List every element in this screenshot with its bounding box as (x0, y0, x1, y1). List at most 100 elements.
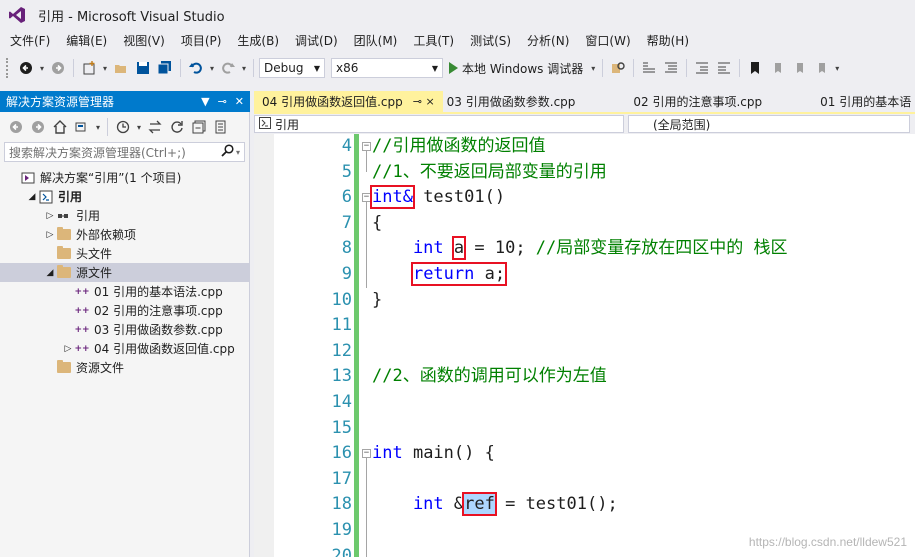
tree-item[interactable]: ◢ 引用 (0, 187, 249, 206)
collapse-toggle-icon[interactable]: − (362, 193, 371, 202)
code-line[interactable]: //引用做函数的返回值 (372, 134, 788, 160)
save-all-icon[interactable] (155, 58, 175, 78)
menu-test[interactable]: 测试(S) (462, 30, 519, 52)
pin-icon[interactable]: ⊸ (218, 95, 227, 108)
menu-tools[interactable]: 工具(T) (405, 30, 462, 52)
clear-bookmarks-icon[interactable] (811, 58, 831, 78)
switch-views-dropdown-icon[interactable]: ▾ (94, 117, 102, 137)
menu-edit[interactable]: 编辑(E) (58, 30, 115, 52)
toolbar-overflow-icon[interactable]: ▾ (833, 58, 841, 78)
tree-item[interactable]: ▷ 引用 (0, 206, 249, 225)
toolbar-grip[interactable] (6, 58, 10, 78)
menu-view[interactable]: 视图(V) (115, 30, 173, 52)
code-line[interactable]: return a; (372, 261, 788, 288)
home-icon[interactable] (50, 117, 70, 137)
menu-project[interactable]: 项目(P) (173, 30, 230, 52)
open-file-icon[interactable] (111, 58, 131, 78)
code-line[interactable] (372, 518, 788, 544)
menu-debug[interactable]: 调试(D) (287, 30, 346, 52)
menu-window[interactable]: 窗口(W) (577, 30, 638, 52)
collapsed-arrow-icon[interactable]: ▷ (44, 211, 56, 221)
solution-configuration-select[interactable]: Debug ▼ (259, 58, 325, 78)
code-line[interactable]: { (372, 211, 788, 237)
code-line[interactable] (372, 416, 788, 442)
collapsed-arrow-icon[interactable]: ▷ (62, 344, 74, 354)
tree-item[interactable]: ++ 02 引用的注意事项.cpp (0, 301, 249, 320)
start-debugging-button[interactable]: 本地 Windows 调试器 (445, 58, 587, 78)
solution-explorer-search-input[interactable]: 搜索解决方案资源管理器(Ctrl+;) ▾ (4, 142, 245, 162)
back-icon[interactable] (16, 58, 36, 78)
new-project-icon[interactable] (79, 58, 99, 78)
back-icon[interactable] (6, 117, 26, 137)
code-line[interactable] (372, 544, 788, 557)
save-icon[interactable] (133, 58, 153, 78)
code-line[interactable]: //1、不要返回局部变量的引用 (372, 160, 788, 186)
refresh-icon[interactable] (167, 117, 187, 137)
show-all-files-icon[interactable] (211, 117, 231, 137)
tree-item[interactable]: 头文件 (0, 244, 249, 263)
code-line[interactable] (372, 313, 788, 339)
document-tab[interactable]: 04 引用做函数返回值.cpp ⊸ × (254, 91, 443, 112)
collapse-toggle-icon[interactable]: − (362, 142, 371, 151)
menu-help[interactable]: 帮助(H) (639, 30, 697, 52)
pending-changes-icon[interactable] (113, 117, 133, 137)
collapse-all-icon[interactable] (189, 117, 209, 137)
code-line[interactable] (372, 390, 788, 416)
close-icon[interactable]: ✕ (235, 95, 244, 108)
code-line[interactable] (372, 339, 788, 365)
tree-item[interactable]: 解决方案“引用”(1 个项目) (0, 168, 249, 187)
redo-dropdown-icon[interactable]: ▾ (240, 58, 248, 78)
tab-pin-close-icon[interactable]: ⊸ × (413, 95, 435, 108)
code-text[interactable]: //引用做函数的返回值//1、不要返回局部变量的引用 int& test01(){… (370, 134, 788, 557)
pending-changes-dropdown-icon[interactable]: ▾ (135, 117, 143, 137)
search-options-icon[interactable]: ▾ (236, 148, 240, 157)
comment-icon[interactable] (661, 58, 681, 78)
menu-build[interactable]: 生成(B) (229, 30, 287, 52)
code-editor[interactable]: 4 5 6 7 8 9 10 11 12 13 14 15 16 17 18 19 20 − − − //引用做… (254, 134, 915, 557)
code-line[interactable]: int main() { (372, 441, 788, 467)
code-line[interactable]: int a = 10; //局部变量存放在四区中的 栈区 (372, 236, 788, 262)
project-scope-select[interactable]: 引用 (254, 115, 624, 133)
tree-item[interactable]: ▷ 外部依赖项 (0, 225, 249, 244)
bookmark-icon[interactable] (745, 58, 765, 78)
menu-team[interactable]: 团队(M) (346, 30, 406, 52)
new-dropdown-icon[interactable]: ▾ (101, 58, 109, 78)
collapse-toggle-icon[interactable]: − (362, 449, 371, 458)
tree-item[interactable]: ◢ 源文件 (0, 263, 249, 282)
code-line[interactable]: int &ref = test01(); (372, 492, 788, 518)
tree-item[interactable]: 资源文件 (0, 358, 249, 377)
redo-icon[interactable] (218, 58, 238, 78)
previous-bookmark-icon[interactable] (767, 58, 787, 78)
format-icon[interactable] (639, 58, 659, 78)
forward-icon[interactable] (48, 58, 68, 78)
code-line[interactable]: //2、函数的调用可以作为左值 (372, 364, 788, 390)
find-in-files-icon[interactable] (608, 58, 628, 78)
menu-file[interactable]: 文件(F) (2, 30, 58, 52)
document-tab[interactable]: 02 引用的注意事项.cpp (583, 91, 770, 112)
run-dropdown-icon[interactable]: ▾ (589, 58, 597, 78)
solution-platform-select[interactable]: x86 ▼ (331, 58, 443, 78)
menu-analyze[interactable]: 分析(N) (519, 30, 577, 52)
expanded-arrow-icon[interactable]: ◢ (44, 268, 56, 278)
outdent-icon[interactable] (714, 58, 734, 78)
tree-item[interactable]: ++ 01 引用的基本语法.cpp (0, 282, 249, 301)
document-tab[interactable]: 03 引用做函数参数.cpp (443, 91, 584, 112)
member-scope-select[interactable]: (全局范围) (628, 115, 910, 133)
sync-icon[interactable] (145, 117, 165, 137)
tree-item[interactable]: ▷ ++ 04 引用做函数返回值.cpp (0, 339, 249, 358)
code-line[interactable]: int& test01() (370, 185, 788, 211)
undo-icon[interactable] (186, 58, 206, 78)
tree-item[interactable]: ++ 03 引用做函数参数.cpp (0, 320, 249, 339)
undo-dropdown-icon[interactable]: ▾ (208, 58, 216, 78)
code-line[interactable]: } (372, 288, 788, 314)
search-icon[interactable] (221, 144, 234, 160)
document-tab[interactable]: 01 引用的基本语 (770, 91, 915, 112)
indent-icon[interactable] (692, 58, 712, 78)
collapsed-arrow-icon[interactable]: ▷ (44, 230, 56, 240)
expanded-arrow-icon[interactable]: ◢ (26, 192, 38, 202)
code-line[interactable] (372, 467, 788, 493)
back-dropdown-icon[interactable]: ▾ (38, 58, 46, 78)
next-bookmark-icon[interactable] (789, 58, 809, 78)
panel-menu-icon[interactable]: ▼ (201, 95, 209, 108)
forward-icon[interactable] (28, 117, 48, 137)
